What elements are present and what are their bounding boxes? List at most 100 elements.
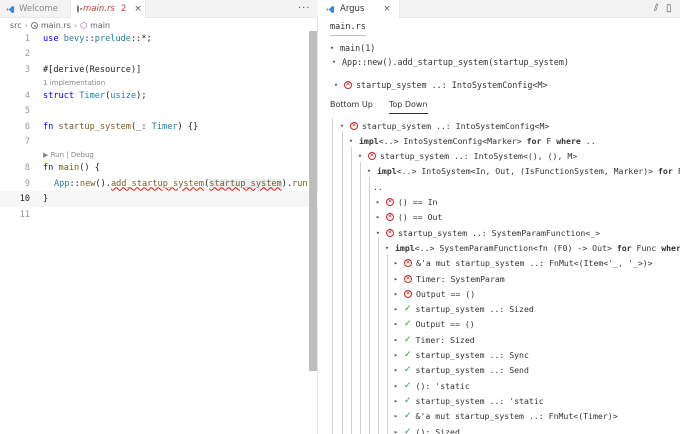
code-line[interactable]: 6 fn startup_system(_: Timer) {} [0,119,318,135]
tree-node[interactable]: ▸ ✕ () == Out [374,210,442,225]
check-icon: ✓ [404,426,412,434]
close-icon[interactable]: × [383,4,390,14]
call-row[interactable]: ▾ App::new().add_startup_system(startup_… [330,55,569,69]
code-line[interactable]: 1 use bevy::prelude::*; [0,31,318,47]
tree-indent-guide [387,253,388,434]
chevron-right-icon[interactable]: ▸ [374,213,382,221]
code-line[interactable]: 3 #[derive(Resource)] [0,62,318,78]
tab-main-rs[interactable]: main.rs 2 × [70,0,146,18]
chevron-right-icon[interactable]: ▸ [392,382,400,390]
chevron-right-icon[interactable]: ▸ [392,412,400,420]
chevron-down-icon[interactable]: ▾ [374,229,382,237]
rust-file-icon [30,21,38,29]
code-text: #[derive(Resource)] [43,64,142,75]
code-lens-run-debug[interactable]: ▶ Run | Debug [43,151,94,159]
close-icon[interactable]: × [134,4,142,14]
tree-node-label: &'a mut startup_system ..: FnMut<(Item<'… [416,258,653,269]
chevron-down-icon[interactable]: ▾ [338,122,346,130]
chevron-right-icon[interactable]: ▸ [392,336,400,344]
argus-panel: Argus × ⫽ ▯ main.rs ▾ main(1) ▾ App::new… [318,0,680,434]
chevron-right-icon[interactable]: ▸ [392,275,400,283]
split-editor-icon[interactable]: ⫽ [654,3,658,14]
code-text: App::new().add_startup_system(startup_sy… [54,178,323,189]
tab-welcome[interactable]: Welcome [0,0,70,18]
code-area[interactable]: 1 use bevy::prelude::*; 2 3 #[derive(Res… [0,31,323,223]
tree-node[interactable]: ▸ ✕ Timer: SystemParam [392,271,505,286]
tree-node[interactable]: ▸ ✓ Output == () [392,317,475,332]
code-line-current[interactable]: 10 } [0,191,318,207]
chevron-right-icon[interactable]: ▸ [392,397,400,405]
chevron-down-icon: ▾ [329,44,335,52]
check-icon: ✓ [404,380,412,391]
tree-node[interactable]: ▾ ✕ startup_system ..: IntoSystem<(), (), … [356,149,577,164]
error-icon: ✕ [344,81,352,89]
error-icon: ✕ [368,152,376,161]
chevron-right-icon[interactable]: ▸ [392,351,400,359]
chevron-down-icon[interactable]: ▾ [347,137,355,145]
chevron-right-icon[interactable]: ▸ [392,366,400,374]
breadcrumb-item[interactable]: main [90,21,110,30]
editor-tab-bar: Welcome main.rs 2 × ··· [0,0,318,18]
file-heading[interactable]: main.rs [330,22,366,36]
line-number: 4 [24,90,30,101]
check-icon: ✓ [404,319,412,330]
tab-bottom-up[interactable]: Bottom Up [330,100,373,114]
check-icon: ✓ [404,411,412,422]
tree-node[interactable]: ▸ ✓ &'a mut startup_system ..: FnMut<(Time… [392,409,618,424]
tab-label: Argus [340,4,365,14]
tree-node[interactable]: ▾ ✕ startup_system ..: SystemParamFunction… [374,225,600,240]
root-obligation-row[interactable]: ▾ ✕ startup_system ..: IntoSystemConfig<… [332,78,548,92]
obligation-tree: ▾ ✕ startup_system ..: IntoSystemConfig<M>… [330,118,680,434]
code-line[interactable]: 8 fn main() { [0,160,318,176]
breadcrumb-item[interactable]: main.rs [41,21,71,30]
tree-node[interactable]: ▸ ✓ startup_system ..: Send [392,363,529,378]
check-icon: ✓ [404,334,412,345]
tree-node[interactable]: ▸ ✓ startup_system ..: 'static [392,393,544,408]
tab-label: Welcome [19,4,58,14]
editor-pane: Welcome main.rs 2 × ··· src › main.rs › … [0,0,323,434]
code-lens-implementations[interactable]: 1 implementation [43,79,105,87]
tree-node[interactable]: ▸ ✓ startup_system ..: Sized [392,302,534,317]
editor-scrollbar[interactable] [309,31,317,371]
chevron-right-icon[interactable]: ▸ [392,290,400,298]
chevron-right-icon[interactable]: ▸ [392,320,400,328]
tree-node[interactable]: ▸ ✓ Timer: Sized [392,332,475,347]
tree-node[interactable]: ▸ ✕ &'a mut startup_system ..: FnMut<(Item… [392,256,653,271]
chevron-right-icon: › [24,20,28,30]
chevron-down-icon[interactable]: ▾ [356,152,364,160]
tree-node[interactable]: ▸ ✓ (): 'static [392,378,470,393]
chevron-right-icon[interactable]: ▸ [374,198,382,206]
tree-node[interactable]: ▸ ✓ (): Sized [392,424,460,434]
breadcrumb-item[interactable]: src [10,21,22,30]
tree-node[interactable]: ▾ impl<..> SystemParamFunction<fn (F0) ->… [383,240,680,255]
chevron-down-icon[interactable]: ▾ [365,167,373,175]
tree-node[interactable]: ▾ ✕ startup_system ..: IntoSystemConfig<M> [338,118,549,133]
tab-top-down[interactable]: Top Down [388,100,428,114]
code-line[interactable]: 11 [0,207,318,223]
tree-node-label: impl<..> IntoSystem<In, Out, (IsFunction… [377,166,680,177]
layout-icon[interactable]: ▯ [666,3,672,14]
more-actions-icon[interactable]: ··· [298,3,311,14]
tree-node-label: &'a mut startup_system ..: FnMut<(Timer)… [415,411,618,422]
tree-node[interactable]: ▾ impl<..> IntoSystemConfig<Marker> for F… [347,133,596,148]
code-line[interactable]: 9 App::new().add_startup_system(startup_… [0,176,323,192]
tree-node[interactable]: ▸ ✕ () == In [374,195,438,210]
line-number: 1 [24,33,30,44]
chevron-right-icon[interactable]: ▸ [392,305,400,313]
tree-node[interactable]: ▸ ✕ Output == () [392,286,475,301]
view-tabs: Bottom Up Top Down [330,100,428,114]
line-number: 8 [24,162,30,173]
chevron-right-icon[interactable]: ▸ [392,428,400,434]
breadcrumb: src › main.rs › ⬡ main [10,19,110,31]
fn-main-row[interactable]: ▾ main(1) [328,41,375,55]
panel-tab-bar: Argus × ⫽ ▯ [318,0,680,18]
code-line[interactable]: 4 struct Timer(usize); [0,88,318,104]
chevron-down-icon[interactable]: ▾ [383,244,391,252]
tree-node[interactable]: ▸ ✓ startup_system ..: Sync [392,348,529,363]
code-line[interactable]: 2 [0,47,318,63]
tab-argus[interactable]: Argus × [318,0,400,18]
chevron-right-icon[interactable]: ▸ [392,259,400,267]
code-line[interactable]: 7 [0,135,318,151]
tree-node[interactable]: ▾ impl<..> IntoSystem<In, Out, (IsFunctio… [365,164,680,179]
code-line[interactable]: 5 [0,103,318,119]
